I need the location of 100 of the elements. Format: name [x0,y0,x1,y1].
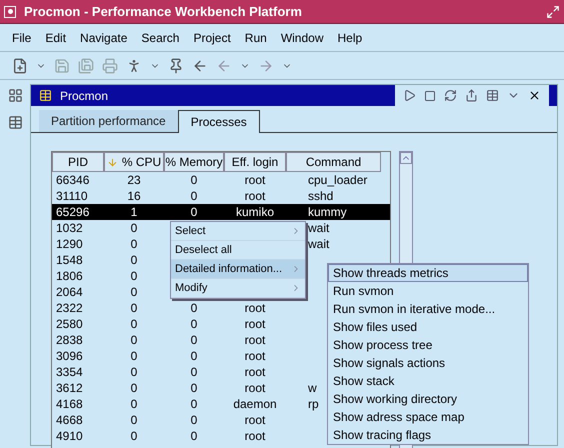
table-cell: 0 [190,413,198,427]
table-cell: 3354 [56,365,83,379]
table-cell: 2322 [56,301,83,315]
play-icon[interactable] [403,89,416,102]
table-cell: root [244,301,266,315]
table-cell: 0 [130,317,138,331]
menu-item[interactable]: Detailed information... [171,260,305,279]
table-cell: 66346 [56,173,90,187]
menu-item[interactable]: Show files used [328,318,528,336]
column-header[interactable]: % Memory [164,152,224,172]
table-cell: 4668 [56,413,83,427]
export-icon[interactable] [465,89,478,102]
table-cell: 0 [190,317,198,331]
menu-item[interactable]: Show working directory [328,390,528,408]
pin-icon[interactable] [168,58,184,74]
column-header[interactable]: % CPU [104,152,164,172]
maximize-icon[interactable] [546,4,560,18]
table-cell: 0 [190,397,198,411]
table-icon[interactable] [486,89,499,102]
table-cell: kummy [308,205,347,219]
menu-item[interactable]: Modify [171,279,305,298]
table-cell: 0 [190,381,198,395]
view-icon [39,89,52,102]
table-cell: 0 [190,205,198,219]
new-file-icon[interactable] [12,58,28,74]
menu-item[interactable]: Run [244,28,267,46]
tab[interactable]: Processes [178,110,260,133]
window-icon [4,6,16,18]
menu-item[interactable]: Show threads metrics [328,264,528,282]
table-cell: root [244,381,266,395]
table-cell: 2580 [56,317,83,331]
table-cell: root [244,317,266,331]
scroll-up-icon[interactable] [400,152,412,164]
table-cell: 0 [190,189,198,203]
table-cell: 1290 [56,237,83,251]
menu-item[interactable]: Select [171,222,305,241]
table-cell: wait [308,237,330,251]
table-cell: 0 [130,237,138,251]
table-cell: root [244,189,266,203]
table-cell: 0 [190,301,198,315]
menu-item[interactable]: Run svmon [328,282,528,300]
table-cell: 0 [130,269,138,283]
table-cell: 0 [130,397,138,411]
table-cell: 0 [190,333,198,347]
table-cell: 4910 [56,429,83,443]
menu-item[interactable]: Show signals actions [328,354,528,372]
refresh-icon[interactable] [444,89,457,102]
table-cell: 0 [130,253,138,267]
stop-icon[interactable] [424,90,436,102]
menu-item[interactable]: Project [193,28,231,46]
table-cell: daemon [233,397,277,411]
menu-item[interactable]: File [12,28,32,46]
column-header[interactable]: PID [52,152,104,172]
menu-item[interactable]: Run svmon in iterative mode... [328,300,528,318]
table-cell: kumiko [236,205,274,219]
table-cell: rp [308,397,319,411]
menu-item[interactable]: Navigate [80,28,128,46]
table-cell: 0 [130,301,138,315]
table-cell: 0 [130,381,138,395]
table-cell: 0 [130,349,138,363]
menu-item[interactable]: Help [338,28,362,46]
table-cell: 0 [190,429,198,443]
table-cell: 65296 [56,205,90,219]
table-cell: 0 [190,365,198,379]
table-icon[interactable] [8,115,22,130]
table-cell: 4168 [56,397,83,411]
table-row[interactable]: 65296 1 0 kumiko kummy [52,204,390,220]
table-cell: root [244,349,266,363]
table-cell: root [244,413,266,427]
menu-item[interactable]: Show tracing flags [328,426,528,444]
table-cell: 1 [130,205,138,219]
close-icon[interactable] [528,89,541,102]
menu-item[interactable]: Search [141,28,180,46]
table-cell: 1548 [56,253,83,267]
table-cell: 1032 [56,221,83,235]
menu-item[interactable]: Edit [45,28,66,46]
view-title: Procmon [60,88,108,104]
table-cell: 23 [127,173,141,187]
table-cell: 3096 [56,349,83,363]
menu-item[interactable]: Show adress space map [328,408,528,426]
table-cell: 16 [127,189,141,203]
table-cell: sshd [308,189,334,203]
column-header[interactable]: Eff. login [224,152,286,172]
table-cell: w [308,381,317,395]
table-cell: 0 [190,349,198,363]
table-cell: root [244,365,266,379]
table-cell: root [244,429,266,443]
table-cell: 0 [130,429,138,443]
menu-item[interactable]: Show process tree [328,336,528,354]
menu-item[interactable]: Show stack [328,372,528,390]
tab[interactable]: Partition performance [39,110,178,132]
table-cell: 3612 [56,381,83,395]
table-cell: 0 [130,333,138,347]
table-cell: 0 [130,221,138,235]
table-cell: 0 [190,173,198,187]
column-header[interactable]: Command [286,152,381,172]
table-cell: cpu_loader [308,173,368,187]
table-cell: 0 [130,413,138,427]
table-cell: 0 [130,285,138,299]
menu-item[interactable]: Window [280,28,324,46]
